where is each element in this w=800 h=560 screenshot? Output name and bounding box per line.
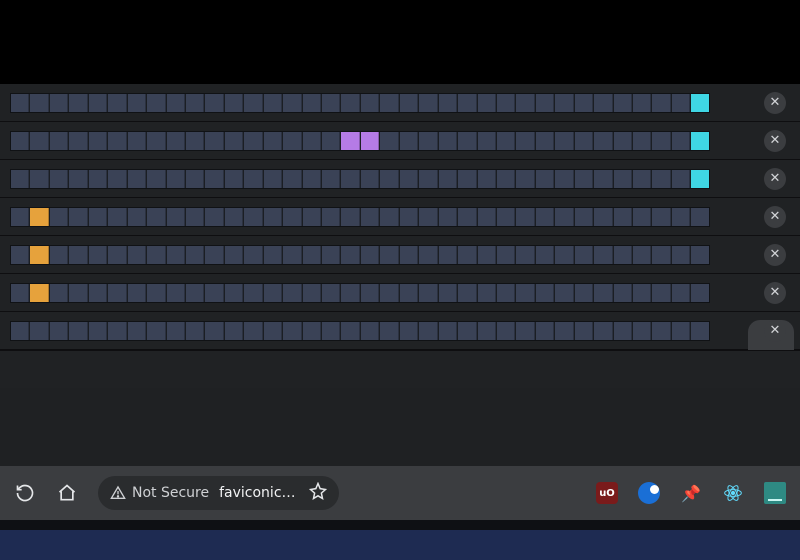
tab-close-button[interactable]: ✕ bbox=[764, 320, 786, 342]
extension-pin-icon[interactable]: 📌 bbox=[680, 482, 702, 504]
extension-terminal-icon[interactable] bbox=[764, 482, 786, 504]
tab-favicon bbox=[10, 207, 710, 227]
address-bar[interactable]: Not Secure faviconic:8000/pong.ht… bbox=[98, 476, 339, 510]
browser-toolbar: Not Secure faviconic:8000/pong.ht… uO 📌 bbox=[0, 466, 800, 520]
page-content bbox=[0, 520, 800, 560]
home-button[interactable] bbox=[56, 482, 78, 504]
extension-onepassword-icon[interactable] bbox=[638, 482, 660, 504]
security-indicator[interactable]: Not Secure bbox=[110, 485, 209, 501]
tab-close-button[interactable]: ✕ bbox=[764, 92, 786, 114]
tab-row[interactable]: ✕ bbox=[0, 198, 800, 236]
tab-favicon bbox=[10, 131, 710, 151]
tab-favicon bbox=[10, 245, 710, 265]
tab-favicon bbox=[10, 321, 710, 341]
tab-row[interactable]: ✕ bbox=[0, 84, 800, 122]
reload-button[interactable] bbox=[14, 482, 36, 504]
tab-strip-spacer bbox=[0, 350, 800, 388]
tab-favicon bbox=[10, 93, 710, 113]
tab-row[interactable]: ✕ bbox=[0, 236, 800, 274]
url-text: faviconic:8000/pong.ht… bbox=[219, 485, 299, 501]
tab-close-button[interactable]: ✕ bbox=[764, 168, 786, 190]
security-label: Not Secure bbox=[132, 485, 209, 501]
tab-close-button[interactable]: ✕ bbox=[764, 130, 786, 152]
browser-window: ✕ ✕ ✕ ✕ ✕ ✕ ✕ Not Secure faviconic:8000/pong.h… bbox=[0, 84, 800, 560]
tab-favicon bbox=[10, 169, 710, 189]
bookmark-star-icon[interactable] bbox=[309, 482, 327, 504]
tab-favicon bbox=[10, 283, 710, 303]
tab-row[interactable]: ✕ bbox=[0, 312, 800, 350]
tab-close-button[interactable]: ✕ bbox=[764, 282, 786, 304]
tab-close-button[interactable]: ✕ bbox=[764, 206, 786, 228]
tab-row[interactable]: ✕ bbox=[0, 122, 800, 160]
tab-close-button[interactable]: ✕ bbox=[764, 244, 786, 266]
extension-ublock-icon[interactable]: uO bbox=[596, 482, 618, 504]
tab-strip: ✕ ✕ ✕ ✕ ✕ ✕ ✕ bbox=[0, 84, 800, 466]
tab-row[interactable]: ✕ bbox=[0, 160, 800, 198]
tab-row[interactable]: ✕ bbox=[0, 274, 800, 312]
extension-react-devtools-icon[interactable] bbox=[722, 482, 744, 504]
